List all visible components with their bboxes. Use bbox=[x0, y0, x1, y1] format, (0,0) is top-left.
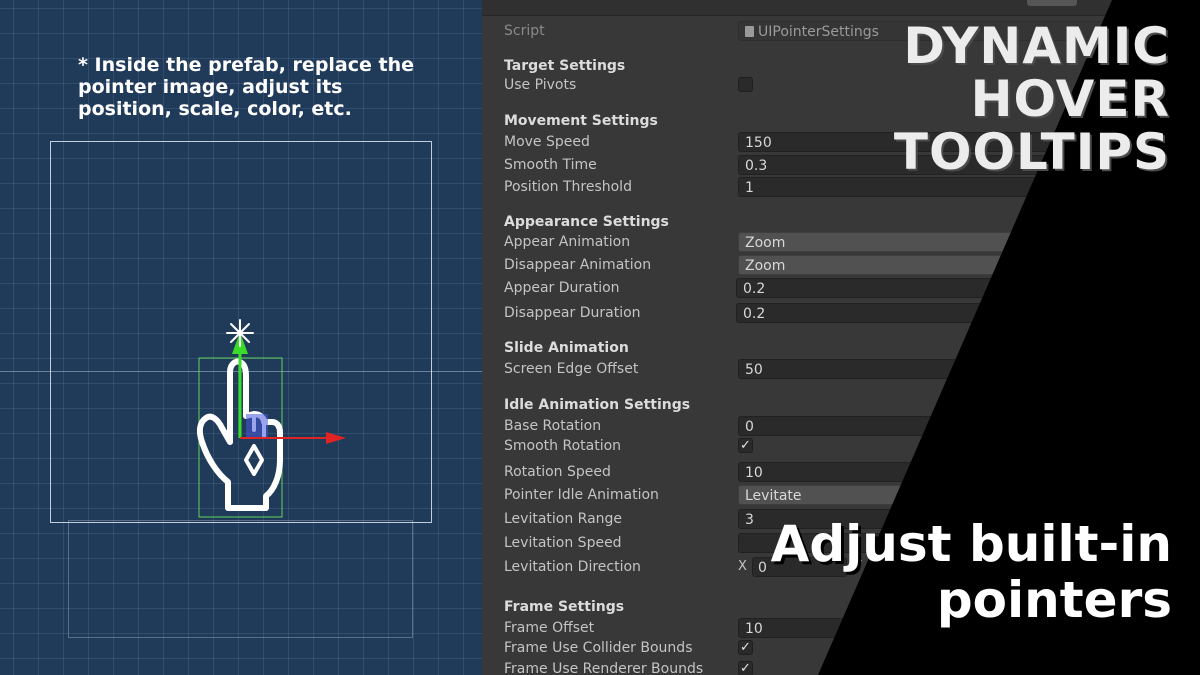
caption-line-1: Adjust built-in bbox=[770, 515, 1172, 573]
smooth-time-label: Smooth Time bbox=[504, 157, 597, 173]
frame-offset-label: Frame Offset bbox=[504, 620, 595, 636]
pointer-idle-animation-row: Pointer Idle Animation Levitate bbox=[482, 484, 1200, 506]
disappear-animation-label: Disappear Animation bbox=[504, 257, 652, 273]
smooth-rotation-checkbox[interactable]: ✓ bbox=[738, 438, 753, 453]
section-slide-animation: Slide Animation bbox=[504, 340, 629, 356]
promo-caption: Adjust built-in pointers bbox=[652, 516, 1172, 628]
base-rotation-row: Base Rotation 0 bbox=[482, 415, 1200, 437]
use-pivots-checkbox[interactable] bbox=[738, 77, 753, 92]
section-appearance-settings: Appearance Settings bbox=[504, 214, 669, 230]
pointer-idle-animation-dropdown[interactable]: Levitate bbox=[738, 485, 1198, 505]
base-rotation-input[interactable]: 0 bbox=[738, 416, 1198, 436]
levitation-range-label: Levitation Range bbox=[504, 511, 623, 527]
script-file-icon bbox=[745, 26, 754, 37]
section-idle-animation-settings: Idle Animation Settings bbox=[504, 397, 691, 413]
section-target-settings: Target Settings bbox=[504, 58, 626, 74]
frame-use-collider-bounds-label: Frame Use Collider Bounds bbox=[504, 640, 693, 656]
screen-edge-offset-row: Screen Edge Offset 50 bbox=[482, 358, 1200, 380]
disappear-duration-label: Disappear Duration bbox=[504, 305, 641, 321]
disappear-animation-row: Disappear Animation Zoom bbox=[482, 254, 1200, 276]
pivot-star-icon[interactable] bbox=[226, 319, 254, 347]
smooth-rotation-row: Smooth Rotation ✓ bbox=[482, 435, 1200, 457]
appear-animation-label: Appear Animation bbox=[504, 234, 631, 250]
levitation-direction-label: Levitation Direction bbox=[504, 559, 641, 575]
scene-view[interactable]: * Inside the prefab, replace the pointer… bbox=[0, 0, 482, 675]
frame-use-collider-bounds-row: Frame Use Collider Bounds ✓ bbox=[482, 637, 1200, 659]
frame-use-collider-bounds-checkbox[interactable]: ✓ bbox=[738, 640, 753, 655]
scene-instruction-note: * Inside the prefab, replace the pointer… bbox=[78, 54, 415, 120]
disappear-duration-row: Disappear Duration 0.2 bbox=[482, 302, 1200, 324]
use-pivots-label: Use Pivots bbox=[504, 77, 577, 93]
frame-use-renderer-bounds-row: Frame Use Renderer Bounds ✓ bbox=[482, 658, 1200, 675]
screen-edge-offset-label: Screen Edge Offset bbox=[504, 361, 639, 377]
smooth-rotation-label: Smooth Rotation bbox=[504, 438, 622, 454]
pivot-square bbox=[246, 414, 268, 438]
promo-title: DYNAMIC HOVER TOOLTIPS bbox=[850, 20, 1170, 179]
rotation-speed-input[interactable]: 10 bbox=[738, 462, 1198, 482]
rotation-speed-label: Rotation Speed bbox=[504, 464, 611, 480]
inspector-top-button[interactable] bbox=[1027, 0, 1077, 6]
appear-animation-dropdown[interactable]: Zoom bbox=[738, 232, 1198, 252]
disappear-duration-input[interactable]: 0.2 bbox=[736, 303, 1196, 323]
rotation-speed-row: Rotation Speed 10 bbox=[482, 461, 1200, 483]
screen-edge-offset-input[interactable]: 50 bbox=[738, 359, 1198, 379]
levitation-speed-label: Levitation Speed bbox=[504, 535, 622, 551]
inspector-top-strip bbox=[482, 0, 1200, 16]
title-line-3: TOOLTIPS bbox=[893, 123, 1170, 181]
move-speed-label: Move Speed bbox=[504, 134, 590, 150]
appear-duration-row: Appear Duration 0.2 bbox=[482, 277, 1200, 299]
appear-animation-row: Appear Animation Zoom bbox=[482, 231, 1200, 253]
appear-duration-label: Appear Duration bbox=[504, 280, 620, 296]
secondary-rect-outline bbox=[68, 520, 413, 638]
frame-use-renderer-bounds-label: Frame Use Renderer Bounds bbox=[504, 661, 704, 675]
appear-duration-input[interactable]: 0.2 bbox=[736, 278, 1196, 298]
disappear-animation-dropdown[interactable]: Zoom bbox=[738, 255, 1198, 275]
script-label: Script bbox=[504, 23, 545, 39]
frame-use-renderer-bounds-checkbox[interactable]: ✓ bbox=[738, 661, 753, 675]
pointer-object[interactable] bbox=[180, 310, 360, 525]
pointer-idle-animation-label: Pointer Idle Animation bbox=[504, 487, 659, 503]
base-rotation-label: Base Rotation bbox=[504, 418, 602, 434]
section-movement-settings: Movement Settings bbox=[504, 113, 658, 129]
title-line-1: DYNAMIC bbox=[903, 17, 1170, 75]
position-threshold-label: Position Threshold bbox=[504, 179, 632, 195]
title-line-2: HOVER bbox=[970, 70, 1170, 128]
caption-line-2: pointers bbox=[936, 571, 1172, 629]
section-frame-settings: Frame Settings bbox=[504, 599, 625, 615]
